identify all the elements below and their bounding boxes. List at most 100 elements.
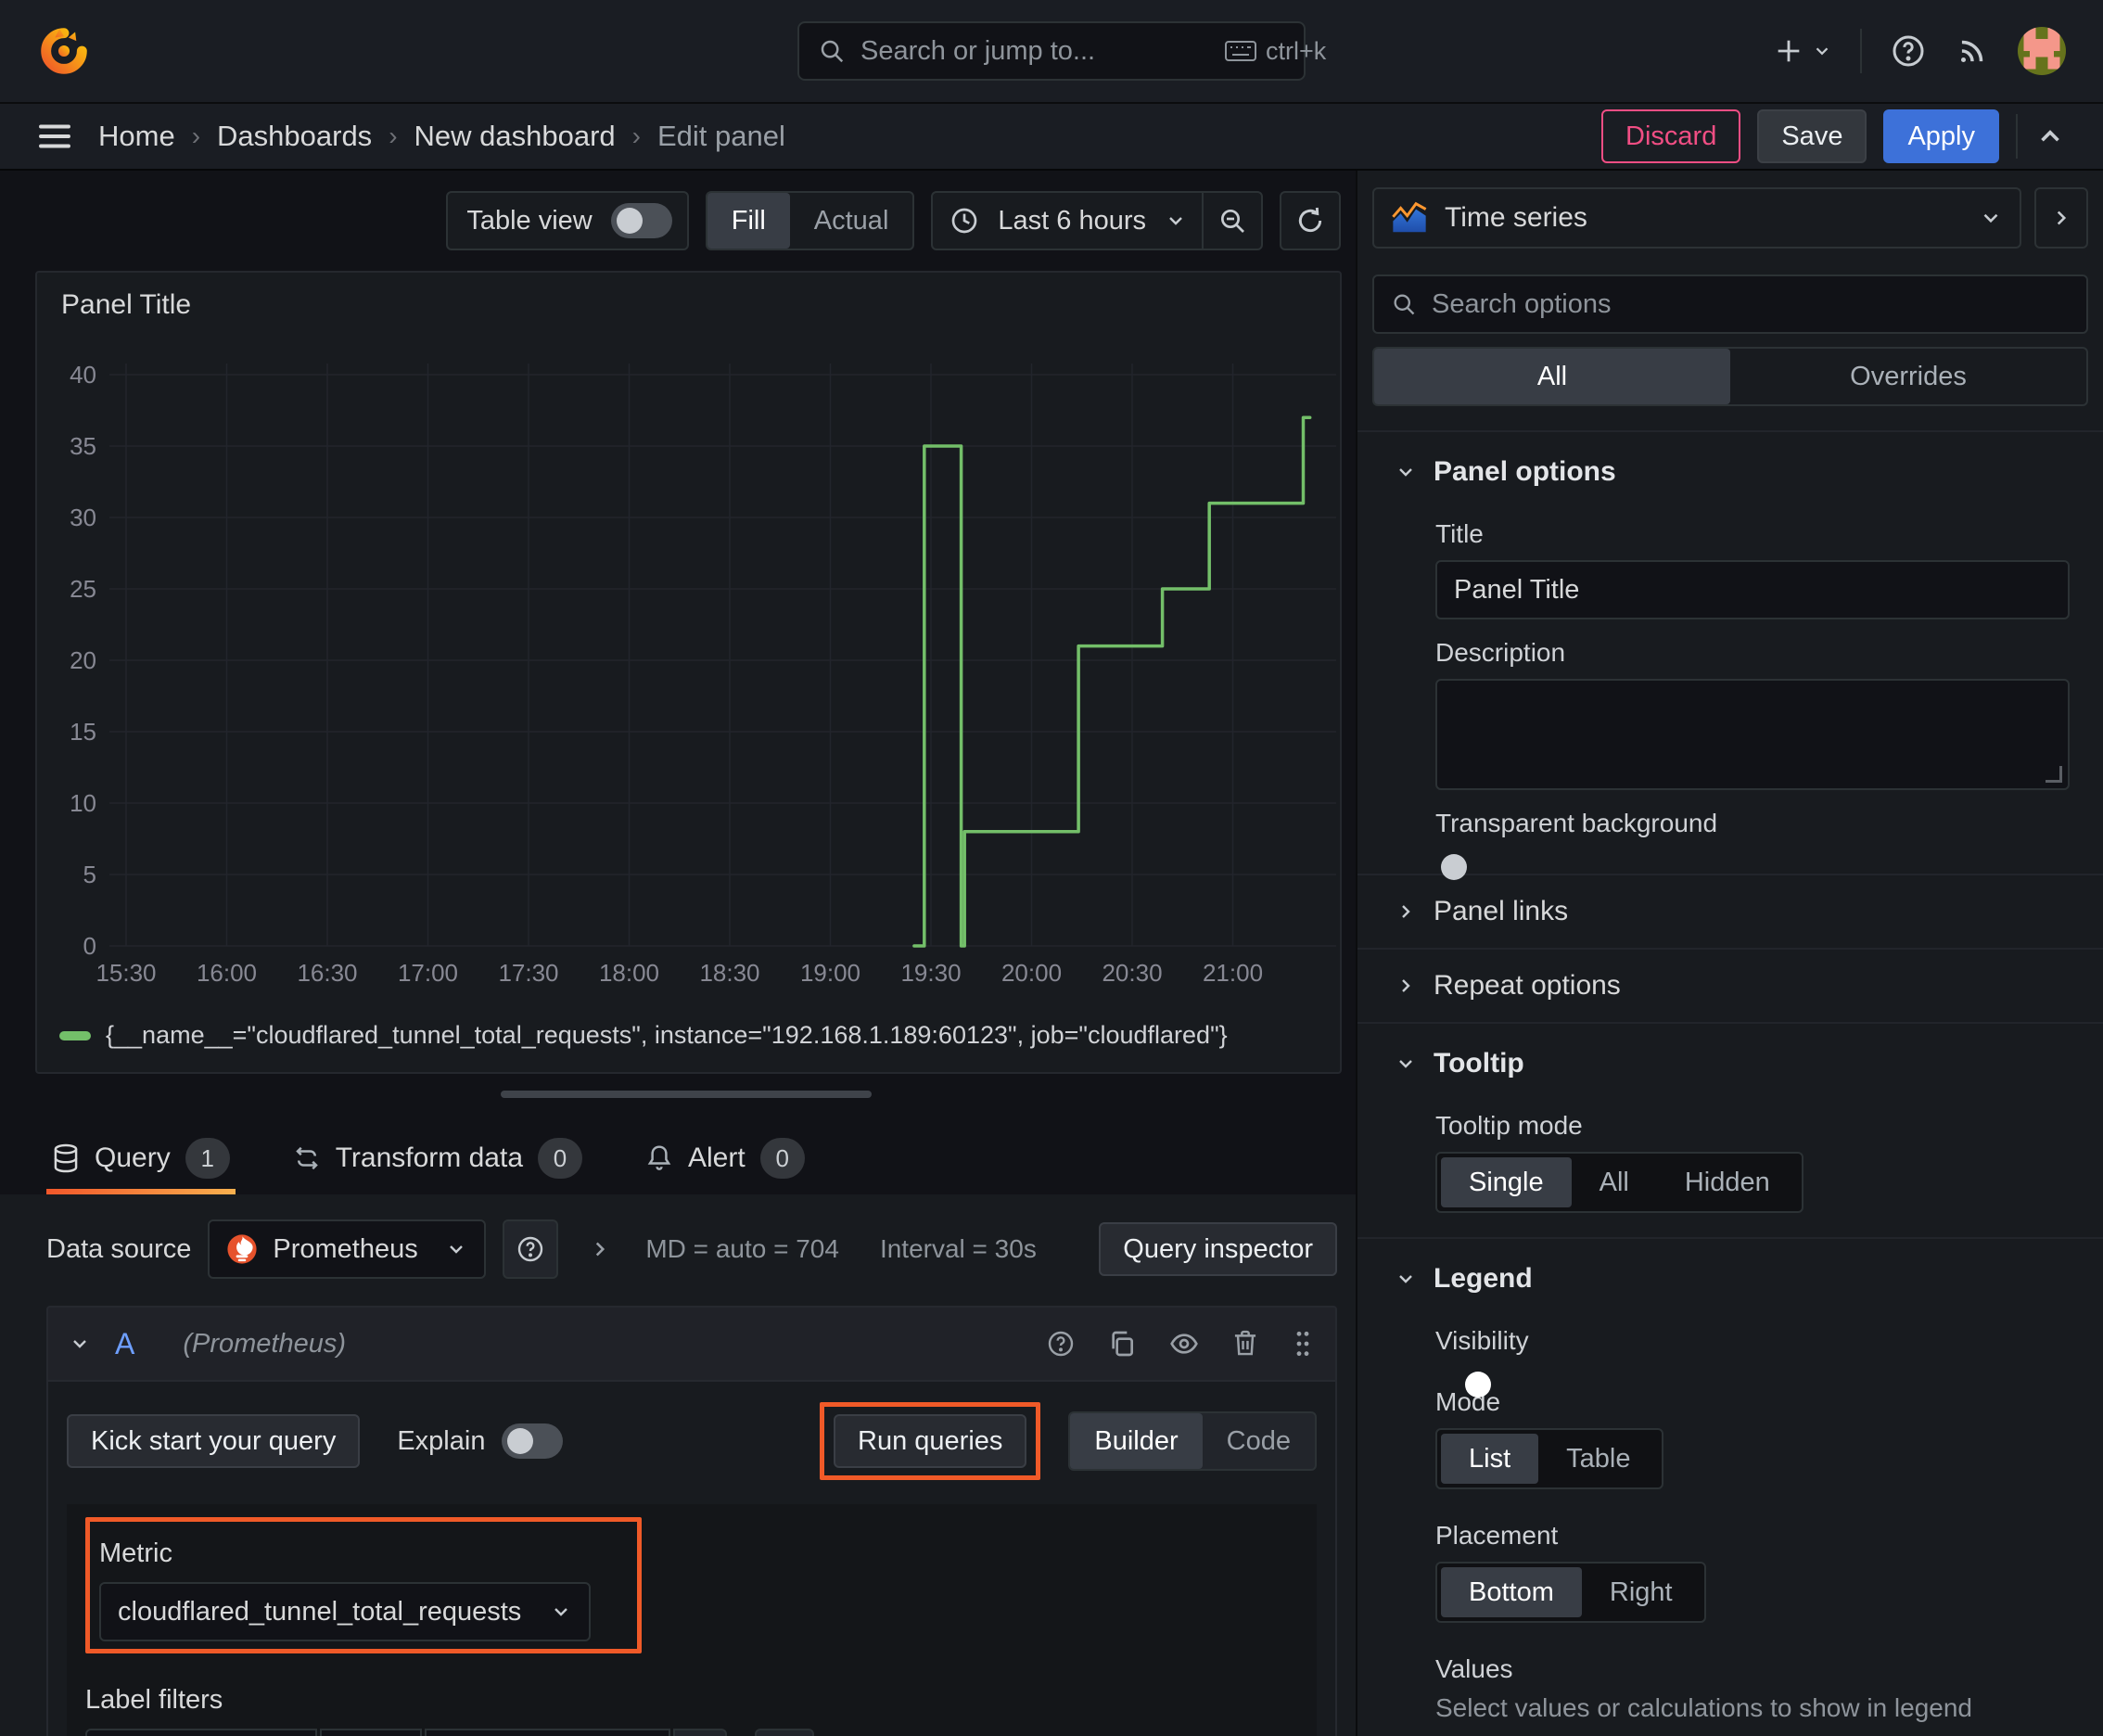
run-queries-button[interactable]: Run queries <box>834 1414 1027 1468</box>
options-search-input[interactable] <box>1432 288 2070 320</box>
chevron-right-icon[interactable] <box>588 1237 612 1261</box>
tab-alert[interactable]: Alert 0 <box>640 1122 810 1194</box>
select-label-dropdown[interactable]: Select label <box>85 1729 317 1736</box>
svg-text:40: 40 <box>70 361 96 389</box>
discard-button[interactable]: Discard <box>1601 109 1741 163</box>
breadcrumb-bar: Home › Dashboards › New dashboard › Edit… <box>0 104 2103 171</box>
mode-table-option[interactable]: Table <box>1538 1434 1658 1484</box>
tab-all-options[interactable]: All <box>1374 349 1730 404</box>
keyboard-icon <box>1225 41 1256 61</box>
resize-grip[interactable] <box>2046 766 2062 783</box>
timeseries-chart[interactable]: 0 5 10 15 20 25 30 35 40 15:30 16:00 16:30 17:00 17:3… <box>37 319 1340 996</box>
placement-right-option[interactable]: Right <box>1582 1567 1701 1617</box>
values-help-text: Select values or calculations to show in… <box>1435 1693 1973 1722</box>
help-icon[interactable] <box>1046 1329 1076 1359</box>
search-icon <box>1394 294 1415 315</box>
chart-panel[interactable]: Panel Title 0 5 10 15 20 25 30 35 40 15:30 16:00 16… <box>35 271 1342 1074</box>
chevron-down-icon <box>1983 213 1998 223</box>
tab-transform-label: Transform data <box>335 1142 523 1173</box>
query-inspector-button[interactable]: Query inspector <box>1099 1222 1337 1276</box>
shortcut-hint: ctrl+k <box>1225 37 1326 66</box>
title-field-label: Title <box>1435 519 1484 548</box>
query-row-header[interactable]: A (Prometheus) <box>46 1306 1337 1382</box>
remove-filter-button[interactable] <box>673 1729 727 1736</box>
trash-icon[interactable] <box>1231 1329 1259 1359</box>
tab-transform[interactable]: Transform data 0 <box>287 1122 588 1194</box>
time-picker-button[interactable] <box>933 193 979 249</box>
legend-series-label[interactable]: {__name__="cloudflared_tunnel_total_requ… <box>106 1021 1228 1050</box>
chevron-right-icon <box>1402 905 1410 918</box>
repeat-options-header[interactable]: Repeat options <box>1357 950 2103 1022</box>
placement-bottom-option[interactable]: Bottom <box>1441 1567 1582 1617</box>
query-ref-datasource: (Prometheus) <box>183 1328 347 1359</box>
refresh-button[interactable] <box>1281 193 1339 249</box>
save-button[interactable]: Save <box>1757 109 1867 163</box>
avatar[interactable] <box>2018 27 2066 75</box>
datasource-picker[interactable]: Prometheus <box>208 1219 487 1279</box>
datasource-help-button[interactable] <box>503 1219 559 1279</box>
global-search[interactable]: ctrl+k <box>797 21 1326 81</box>
collapse-options-button[interactable] <box>2034 187 2088 249</box>
duplicate-icon[interactable] <box>1107 1329 1137 1359</box>
prometheus-icon <box>227 1234 257 1264</box>
pane-resize-handle[interactable] <box>501 1091 872 1098</box>
mode-list-option[interactable]: List <box>1441 1434 1539 1484</box>
collapse-header-button[interactable] <box>2034 121 2066 152</box>
view-toolbar: Table view Fill Actual Last 6 hours <box>35 191 1341 250</box>
breadcrumb-home[interactable]: Home <box>98 120 175 153</box>
tooltip-single-option[interactable]: Single <box>1441 1157 1572 1207</box>
apply-button[interactable]: Apply <box>1883 109 1999 163</box>
select-value-dropdown[interactable]: Select value <box>425 1729 670 1736</box>
explain-toggle[interactable] <box>502 1423 564 1459</box>
time-range-label[interactable]: Last 6 hours <box>979 206 1165 236</box>
tab-query[interactable]: Query 1 <box>46 1122 236 1194</box>
mega-menu-button[interactable] <box>37 122 72 150</box>
tab-overrides[interactable]: Overrides <box>1730 349 2086 404</box>
svg-text:19:00: 19:00 <box>800 959 860 987</box>
editor-tabs: Query 1 Transform data 0 Alert 0 <box>0 1122 1356 1194</box>
metric-select[interactable]: cloudflared_tunnel_total_requests <box>99 1582 591 1641</box>
drag-handle-icon[interactable] <box>1291 1329 1315 1359</box>
eye-icon[interactable] <box>1168 1329 1200 1359</box>
panel-links-header[interactable]: Panel links <box>1357 875 2103 948</box>
kick-start-button[interactable]: Kick start your query <box>67 1414 361 1468</box>
table-view-toggle[interactable] <box>610 203 672 238</box>
add-filter-button[interactable] <box>755 1729 814 1736</box>
operator-dropdown[interactable]: = <box>320 1729 422 1736</box>
section-panel-options: Panel options Title Description Transpar… <box>1357 430 2103 874</box>
legend-header[interactable]: Legend <box>1357 1257 2103 1300</box>
panel-options-header[interactable]: Panel options <box>1357 451 2103 493</box>
section-repeat-options: Repeat options <box>1357 948 2103 1022</box>
news-button[interactable] <box>1955 33 1990 69</box>
breadcrumb-dashboards[interactable]: Dashboards <box>217 120 372 153</box>
tooltip-all-option[interactable]: All <box>1572 1157 1657 1207</box>
builder-option[interactable]: Builder <box>1070 1413 1203 1469</box>
description-textarea[interactable] <box>1435 679 2070 790</box>
query-ref-id: A <box>115 1326 135 1360</box>
visibility-label: Visibility <box>1435 1326 1529 1355</box>
breadcrumb-separator: › <box>389 121 398 150</box>
zoom-out-button[interactable] <box>1204 193 1261 249</box>
help-button[interactable] <box>1890 32 1927 70</box>
legend-swatch[interactable] <box>59 1030 91 1040</box>
svg-text:15: 15 <box>70 718 96 746</box>
options-tabs: All Overrides <box>1372 347 2088 406</box>
search-input[interactable] <box>860 35 1210 67</box>
svg-text:10: 10 <box>70 789 96 817</box>
tooltip-header[interactable]: Tooltip <box>1357 1042 2103 1085</box>
svg-text:20:00: 20:00 <box>1001 959 1062 987</box>
pane-size-switch: Fill Actual <box>705 191 915 250</box>
panel-title-input[interactable] <box>1435 560 2070 619</box>
grafana-logo-icon[interactable] <box>37 24 91 78</box>
new-menu-button[interactable] <box>1773 35 1832 67</box>
code-option[interactable]: Code <box>1203 1413 1315 1469</box>
description-field-label: Description <box>1435 638 1566 667</box>
breadcrumb-new-dashboard[interactable]: New dashboard <box>414 120 616 153</box>
actual-option[interactable]: Actual <box>790 193 913 249</box>
svg-text:16:30: 16:30 <box>297 959 357 987</box>
edit-panel-main: Table view Fill Actual Last 6 hours Pane… <box>0 171 1356 1736</box>
options-search[interactable] <box>1372 274 2088 334</box>
fill-option[interactable]: Fill <box>707 193 790 249</box>
tooltip-hidden-option[interactable]: Hidden <box>1657 1157 1798 1207</box>
visualization-picker[interactable]: Time series <box>1372 187 2021 249</box>
